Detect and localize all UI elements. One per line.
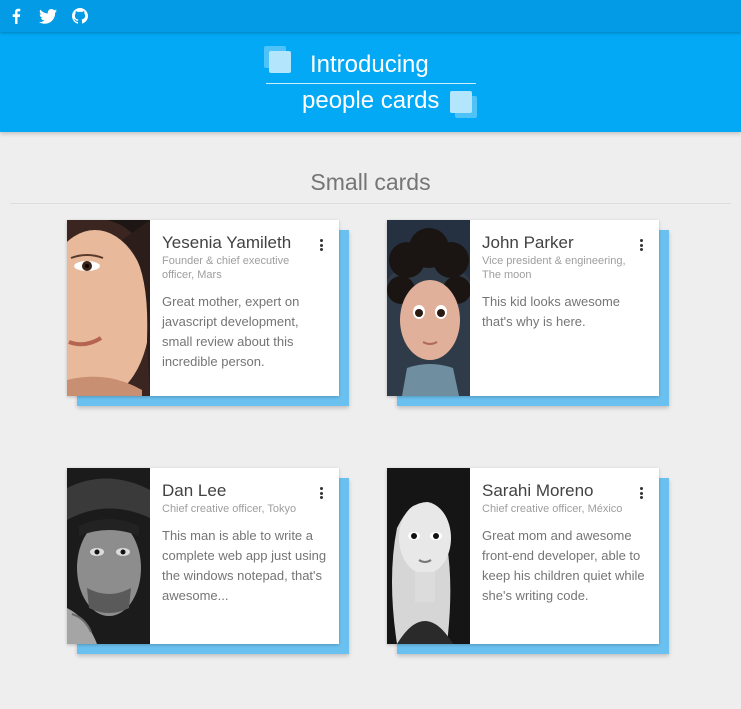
- card-name: Dan Lee: [162, 481, 227, 500]
- avatar-photo: [387, 220, 470, 396]
- card-body: Dan Lee Chief creative officer, Tokyo Th…: [67, 468, 339, 644]
- header-divider: [266, 83, 476, 84]
- header-title-line2: people cards: [302, 87, 440, 114]
- person-card: Sarahi Moreno Chief creative officer, Mé…: [387, 468, 669, 654]
- card-name: John Parker: [482, 233, 574, 252]
- card-body: Yesenia Yamileth Founder & chief executi…: [67, 220, 339, 396]
- card-role: Chief creative officer, México: [482, 503, 623, 515]
- github-icon[interactable]: [71, 8, 89, 24]
- avatar-photo: [67, 468, 150, 644]
- avatar-photo: [67, 220, 150, 396]
- more-vert-icon[interactable]: [635, 486, 647, 500]
- card-role: Founder & chief executive officer, Mars: [162, 255, 290, 281]
- card-name: Yesenia Yamileth: [162, 233, 292, 252]
- person-card: Dan Lee Chief creative officer, Tokyo Th…: [67, 468, 349, 654]
- person-card: Yesenia Yamileth Founder & chief executi…: [67, 220, 349, 406]
- more-vert-icon[interactable]: [315, 486, 327, 500]
- card-description: This kid looks awesome that's why is her…: [482, 294, 620, 329]
- section-title: Small cards: [310, 169, 431, 195]
- header-title-line1: Introducing: [310, 51, 429, 78]
- card-description: This man is able to write a complete web…: [162, 528, 327, 603]
- person-card: John Parker Vice president & engineering…: [387, 220, 669, 406]
- more-vert-icon[interactable]: [315, 238, 327, 252]
- more-vert-icon[interactable]: [635, 238, 647, 252]
- card-description: Great mom and awesome front-end develope…: [482, 528, 645, 603]
- avatar-photo: [387, 468, 470, 644]
- hero-header: Introducing people cards: [0, 32, 741, 132]
- card-description: Great mother, expert on javascript devel…: [162, 294, 300, 369]
- facebook-icon[interactable]: [7, 8, 25, 24]
- card-role: Vice president & engineering, The moon: [482, 255, 626, 281]
- twitter-icon[interactable]: [39, 8, 57, 24]
- card-body: Sarahi Moreno Chief creative officer, Mé…: [387, 468, 659, 644]
- card-name: Sarahi Moreno: [482, 481, 594, 500]
- card-body: John Parker Vice president & engineering…: [387, 220, 659, 396]
- decor-square: [450, 91, 472, 113]
- section-divider: [10, 203, 731, 204]
- decor-square: [269, 51, 291, 73]
- card-role: Chief creative officer, Tokyo: [162, 503, 297, 515]
- social-bar: [0, 0, 741, 32]
